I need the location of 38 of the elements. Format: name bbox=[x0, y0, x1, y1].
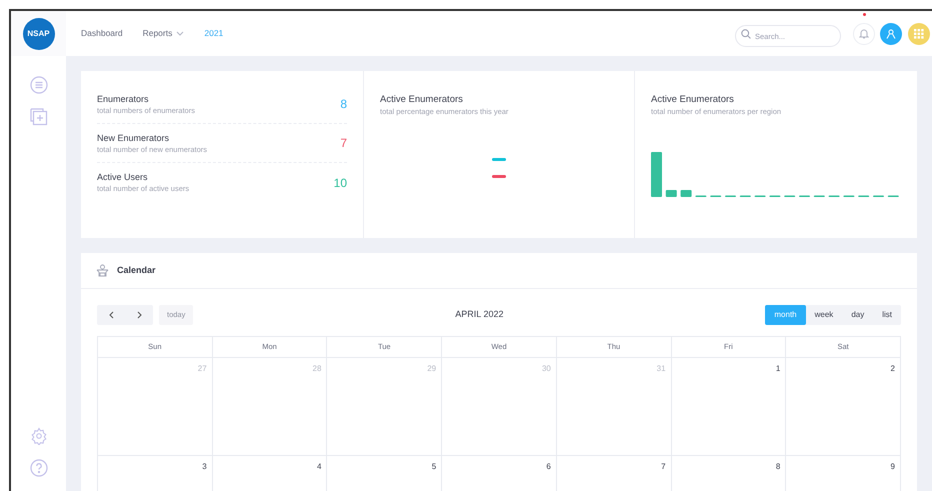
search-icon bbox=[741, 28, 751, 38]
calendar-title: Calendar bbox=[117, 264, 156, 277]
profile-button[interactable] bbox=[880, 22, 902, 44]
day-cell[interactable]: 2 bbox=[786, 358, 901, 456]
day-cell[interactable]: 7 bbox=[556, 456, 672, 491]
list-icon[interactable] bbox=[30, 76, 48, 94]
user-icon bbox=[886, 28, 896, 38]
nav-link[interactable]: Dashboard bbox=[81, 27, 123, 40]
stat-value: 7 bbox=[340, 135, 347, 152]
month-title: APRIL 2022 bbox=[454, 308, 504, 322]
nav-link[interactable]: Reports bbox=[142, 27, 184, 40]
day-cell[interactable]: 1 bbox=[672, 358, 786, 456]
chevron-left-icon bbox=[108, 311, 114, 319]
logo[interactable]: NSAP bbox=[22, 18, 54, 50]
stat-value: 10 bbox=[334, 174, 347, 192]
add-page-icon[interactable] bbox=[30, 108, 48, 126]
help-icon[interactable] bbox=[30, 459, 48, 477]
view-tab[interactable]: week bbox=[806, 305, 842, 325]
panel-title: Active Enumerators bbox=[380, 93, 464, 106]
view-tab[interactable]: list bbox=[873, 305, 901, 325]
day-cell[interactable]: 5 bbox=[327, 456, 442, 491]
panel-title: Active Enumerators bbox=[651, 93, 735, 106]
bell-icon bbox=[859, 28, 869, 39]
stat-value: 8 bbox=[340, 96, 347, 113]
day-cell[interactable]: 6 bbox=[442, 456, 557, 491]
grid-icon bbox=[914, 28, 924, 38]
day-cell[interactable]: 8 bbox=[672, 456, 786, 491]
stat-title: Enumerators bbox=[97, 92, 150, 104]
day-cell[interactable]: 9 bbox=[786, 456, 901, 491]
day-cell[interactable]: 3 bbox=[98, 456, 213, 491]
apps-button[interactable] bbox=[908, 22, 930, 44]
view-tab[interactable]: day bbox=[842, 305, 874, 325]
chevron-right-icon bbox=[136, 311, 142, 319]
dash-chart-drawing bbox=[491, 157, 507, 179]
stat-title: New Enumerators bbox=[97, 132, 170, 144]
settings-icon[interactable] bbox=[30, 427, 48, 445]
stat-title: Active Users bbox=[97, 171, 149, 183]
day-cell[interactable]: 4 bbox=[212, 456, 328, 491]
